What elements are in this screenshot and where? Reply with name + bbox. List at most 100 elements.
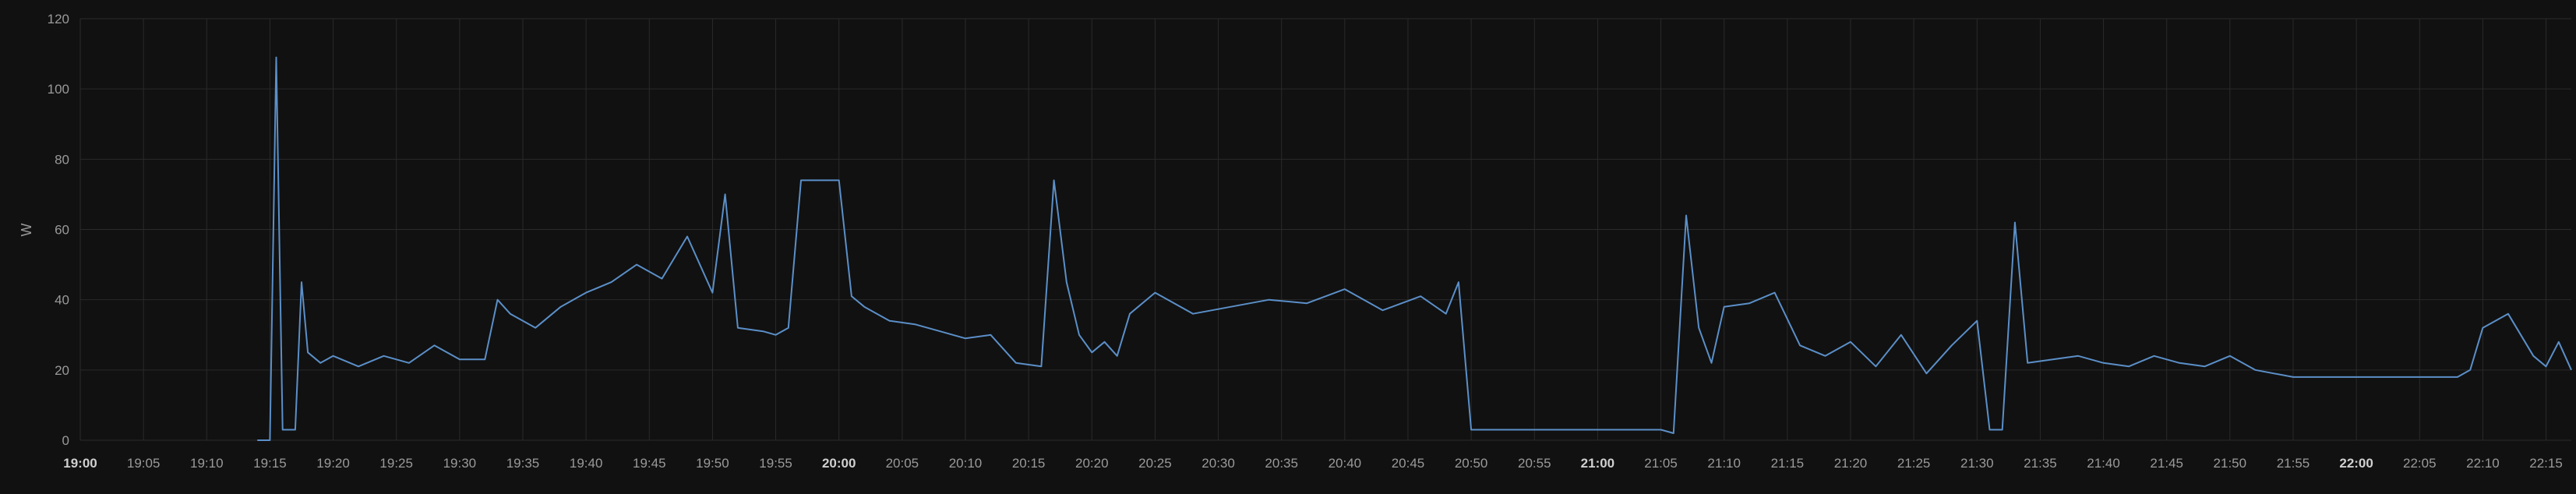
data-point <box>332 355 334 357</box>
data-point <box>2393 376 2395 378</box>
data-point <box>319 362 322 364</box>
data-point <box>1445 312 1447 315</box>
data-point <box>1129 312 1131 315</box>
data-point <box>1925 372 1928 375</box>
data-point <box>2557 341 2560 343</box>
y-tick-label: 60 <box>55 223 69 238</box>
data-point <box>1799 344 1801 347</box>
x-tick-label: 20:55 <box>1518 456 1551 471</box>
data-point <box>2532 355 2535 357</box>
data-point <box>1660 429 1662 431</box>
x-tick-label: 19:45 <box>633 456 666 471</box>
data-point <box>686 235 689 238</box>
data-point <box>888 319 891 322</box>
x-tick-label: 20:15 <box>1012 456 1046 471</box>
data-point <box>559 305 562 308</box>
data-point <box>1091 351 1093 354</box>
x-tick-label: 21:00 <box>1581 456 1614 471</box>
x-tick-label: 20:30 <box>1202 456 1235 471</box>
y-tick-label: 100 <box>48 82 69 97</box>
x-axis: 19:00 19:05 19:10 19:15 19:20 19:25 19:30 19:35… <box>63 456 2563 471</box>
y-axis: 0 20 40 60 80 100 120 <box>48 12 69 448</box>
data-point <box>2013 221 2016 224</box>
data-point <box>383 355 385 357</box>
grid-layer <box>79 18 2571 441</box>
data-point <box>301 281 303 284</box>
x-tick-label: 21:05 <box>1644 456 1678 471</box>
y-tick-label: 0 <box>62 433 69 448</box>
x-tick-label: 19:30 <box>443 456 477 471</box>
x-tick-label: 22:05 <box>2403 456 2437 471</box>
data-point <box>2228 355 2231 357</box>
x-tick-label: 21:10 <box>1707 456 1741 471</box>
x-tick-label: 21:50 <box>2214 456 2247 471</box>
data-point <box>269 439 271 442</box>
data-point <box>636 263 638 266</box>
x-tick-label: 19:15 <box>253 456 287 471</box>
data-point <box>863 305 866 308</box>
data-point <box>2456 376 2458 378</box>
data-point <box>2102 362 2105 364</box>
data-point <box>2204 365 2206 368</box>
x-tick-label: 19:25 <box>379 456 413 471</box>
x-tick-label: 19:55 <box>759 456 792 471</box>
x-tick-label: 21:30 <box>1960 456 1994 471</box>
data-point <box>1268 298 1270 301</box>
data-point <box>433 344 436 347</box>
data-point <box>408 362 410 364</box>
series-layer <box>256 56 2573 442</box>
data-point <box>1723 305 1725 308</box>
y-axis-label: W <box>19 224 34 237</box>
data-point <box>939 330 941 333</box>
data-point <box>275 56 277 58</box>
data-point <box>1078 333 1081 336</box>
data-point <box>736 326 739 329</box>
data-point <box>1976 319 1978 322</box>
data-point <box>2330 376 2332 378</box>
data-point <box>1015 362 1017 364</box>
data-point <box>1382 309 1384 312</box>
data-point <box>585 291 588 294</box>
x-tick-label: 21:15 <box>1771 456 1805 471</box>
data-point <box>1065 281 1067 284</box>
data-point <box>610 281 612 284</box>
data-point <box>711 291 714 294</box>
x-tick-label: 19:50 <box>696 456 729 471</box>
x-tick-label: 21:45 <box>2150 456 2183 471</box>
data-point <box>990 333 992 336</box>
data-point <box>2507 312 2509 315</box>
x-tick-label: 21:20 <box>1834 456 1868 471</box>
data-point <box>1116 355 1118 357</box>
data-point <box>1875 365 1877 368</box>
data-point <box>965 337 967 340</box>
data-point <box>2571 369 2573 371</box>
x-tick-label: 20:20 <box>1075 456 1109 471</box>
data-point <box>458 358 461 361</box>
x-tick-label: 22:10 <box>2466 456 2500 471</box>
data-point <box>1824 355 1826 357</box>
data-point <box>2469 369 2472 371</box>
data-point <box>2355 376 2358 378</box>
power-chart: 0 20 40 60 80 100 120 19:00 19:05 19:10 19:15 19:2… <box>19 12 2573 471</box>
data-point <box>1710 362 1713 364</box>
data-point <box>914 323 916 326</box>
x-tick-label: 21:25 <box>1897 456 1931 471</box>
data-point <box>307 351 309 354</box>
data-point <box>1343 288 1346 291</box>
data-point <box>1053 179 1055 182</box>
data-point <box>2027 362 2029 364</box>
data-point <box>1672 432 1674 435</box>
data-point <box>787 326 789 329</box>
x-tick-label: 20:45 <box>1392 456 1425 471</box>
x-tick-label: 20:10 <box>949 456 983 471</box>
data-point <box>661 277 663 280</box>
data-point <box>1192 312 1194 315</box>
x-tick-label: 20:50 <box>1455 456 1488 471</box>
data-point <box>2153 355 2155 357</box>
data-point <box>1457 281 1459 284</box>
data-point <box>256 439 259 442</box>
data-point <box>1230 305 1232 308</box>
data-point <box>850 295 852 298</box>
x-tick-label: 21:55 <box>2277 456 2310 471</box>
data-point <box>1040 365 1043 368</box>
